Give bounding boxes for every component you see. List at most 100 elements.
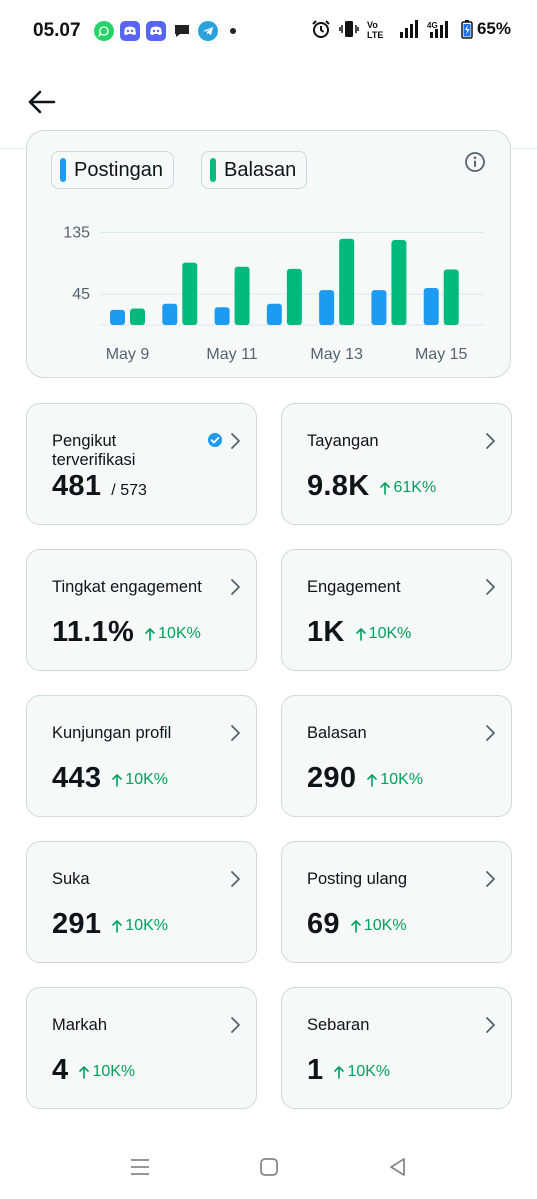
bar-balasan-6[interactable]: [443, 269, 459, 325]
stat-card[interactable]: Markah 4 10K%: [26, 987, 257, 1109]
chevron-right-icon: [486, 1017, 495, 1033]
chart-card: 45 135 May 9 May 11 May 13 May 15 Postingan B…: [26, 130, 511, 378]
stat-change-value: 10K%: [125, 917, 168, 934]
system-icons: Vo LTE 4G 65%: [311, 19, 511, 39]
stat-card[interactable]: Sebaran 1 10K%: [281, 987, 512, 1109]
stat-value-row: 481 / 573: [52, 470, 147, 503]
y-tick-label: 45: [72, 286, 90, 303]
battery-percent: 65%: [476, 19, 511, 38]
stat-value: 9.8K: [307, 470, 370, 502]
bar-balasan-5[interactable]: [391, 240, 407, 325]
stat-card[interactable]: Tingkat engagement 11.1% 10K%: [26, 549, 257, 671]
bar-postingan-6[interactable]: [423, 288, 439, 325]
stat-value-row: 11.1% 10K%: [52, 616, 201, 649]
home-button[interactable]: [249, 1147, 289, 1187]
info-icon[interactable]: [464, 151, 486, 173]
bar-balasan-3[interactable]: [286, 268, 302, 325]
system-nav-bar: [0, 1135, 537, 1199]
stat-value: 443: [52, 762, 102, 794]
stat-value-row: 443 10K%: [52, 762, 168, 795]
legend-label: Balasan: [224, 158, 297, 181]
svg-text:Vo: Vo: [367, 20, 378, 30]
chevron-right-icon: [231, 725, 240, 741]
stat-card[interactable]: Posting ulang 69 10K%: [281, 841, 512, 963]
volte-icon: VoLTE: [367, 20, 383, 39]
stat-label: Suka: [52, 870, 90, 888]
stat-card[interactable]: Suka 291 10K%: [26, 841, 257, 963]
status-time: 05.07: [33, 20, 81, 41]
battery-icon: [461, 20, 473, 39]
stat-change: 10K%: [333, 1063, 390, 1081]
bar-postingan-1[interactable]: [162, 303, 178, 325]
stat-card[interactable]: Engagement 1K 10K%: [281, 549, 512, 671]
arrow-up-icon: [351, 920, 361, 933]
stat-change-value: 10K%: [380, 771, 423, 788]
x-tick-label: May 15: [415, 346, 468, 363]
arrow-left-icon: [28, 90, 56, 114]
stat-value: 4: [52, 1054, 69, 1086]
legend-postingan[interactable]: Postingan: [51, 151, 174, 189]
stat-value: 290: [307, 762, 357, 794]
stat-change-value: 61K%: [393, 479, 437, 496]
x-tick-label: May 11: [206, 346, 257, 363]
bar-postingan-3[interactable]: [266, 303, 282, 325]
stat-value: 1K: [307, 616, 345, 648]
status-bar: 05.07 Vo LTE 4G 65%: [0, 0, 537, 62]
bar-postingan-4[interactable]: [319, 290, 335, 325]
back-button[interactable]: [22, 82, 62, 122]
stat-change: 61K%: [379, 479, 436, 497]
stat-change-value: 10K%: [347, 1063, 391, 1080]
legend-label: Postingan: [74, 158, 163, 181]
bar-balasan-0[interactable]: [130, 308, 145, 325]
notification-icons: [94, 21, 236, 41]
bar-balasan-4[interactable]: [339, 238, 355, 325]
stat-change: 10K%: [111, 917, 168, 935]
stat-value-row: 1K 10K%: [307, 616, 411, 649]
stat-value-row: 69 10K%: [307, 908, 407, 941]
recent-apps-button[interactable]: [120, 1147, 160, 1187]
svg-text:LTE: LTE: [367, 30, 383, 39]
stat-card[interactable]: Kunjungan profil 443 10K%: [26, 695, 257, 817]
chevron-right-icon: [231, 579, 240, 595]
arrow-up-icon: [355, 628, 366, 641]
bar-balasan-1[interactable]: [182, 262, 198, 325]
bar-postingan-0[interactable]: [110, 309, 125, 325]
stat-value: 1: [307, 1054, 324, 1086]
stat-value: 481: [52, 470, 102, 502]
stat-card[interactable]: Pengikut terverifikasi 481 / 573: [26, 403, 257, 525]
stat-label: Kunjungan profil: [52, 724, 172, 742]
alarm-icon: [312, 20, 330, 38]
discord-icon: [120, 21, 140, 41]
arrow-up-icon: [112, 774, 123, 787]
home-square-icon: [259, 1158, 278, 1176]
back-nav-button[interactable]: [378, 1147, 418, 1187]
stat-value: 69: [307, 908, 340, 940]
bar-postingan-5[interactable]: [371, 290, 387, 325]
stat-change-value: 10K%: [125, 771, 168, 788]
x-tick-label: May 9: [106, 346, 150, 363]
stat-label: Engagement: [307, 578, 401, 596]
legend-swatch-postingan: [60, 158, 66, 182]
stat-card[interactable]: Tayangan 9.8K 61K%: [281, 403, 512, 525]
stat-change-value: 10K%: [92, 1063, 136, 1080]
discord-icon: [146, 21, 166, 41]
stat-label: Tingkat engagement: [52, 578, 202, 596]
stat-value-row: 4 10K%: [52, 1054, 135, 1087]
arrow-up-icon: [112, 920, 123, 933]
bar-balasan-2[interactable]: [234, 266, 250, 325]
stat-change-value: 10K%: [368, 625, 412, 642]
back-triangle-icon: [389, 1158, 405, 1176]
chevron-right-icon: [486, 579, 495, 595]
arrow-up-icon: [334, 1066, 345, 1079]
legend-balasan[interactable]: Balasan: [201, 151, 308, 189]
stat-value-row: 291 10K%: [52, 908, 168, 941]
stat-card[interactable]: Balasan 290 10K%: [281, 695, 512, 817]
arrow-up-icon: [380, 482, 391, 495]
stat-label: Tayangan: [307, 432, 379, 450]
bar-postingan-2[interactable]: [214, 307, 230, 325]
stat-change: 10K%: [366, 771, 423, 789]
stat-value-row: 290 10K%: [307, 762, 423, 795]
stat-value-row: 9.8K 61K%: [307, 470, 436, 503]
x-tick-label: May 13: [310, 346, 363, 363]
y-tick-label: 135: [63, 225, 90, 242]
